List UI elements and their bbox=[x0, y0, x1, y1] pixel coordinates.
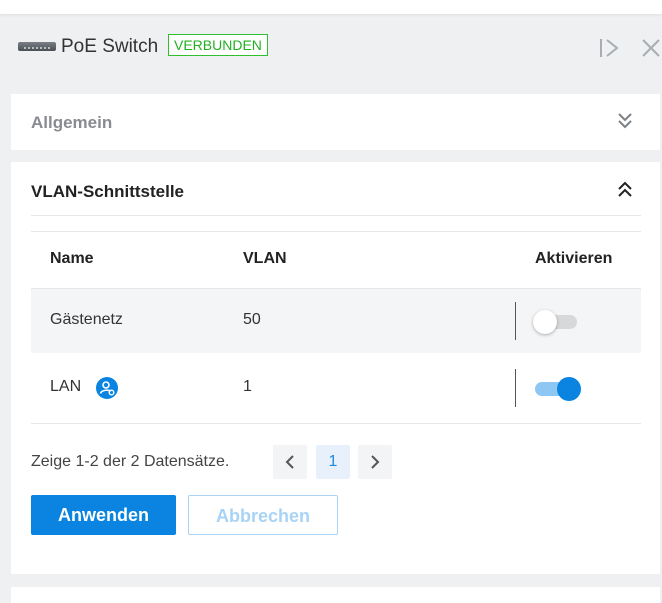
prev-page-button[interactable] bbox=[273, 445, 307, 479]
user-network-icon[interactable] bbox=[96, 377, 118, 399]
status-badge: VERBUNDEN bbox=[168, 34, 268, 56]
next-section-card bbox=[11, 587, 660, 603]
chevron-double-down-icon[interactable] bbox=[617, 112, 633, 130]
column-header-enable: Aktivieren bbox=[535, 250, 613, 267]
collapse-panel-icon[interactable] bbox=[597, 36, 621, 60]
column-header-name: Name bbox=[50, 250, 94, 267]
top-strip bbox=[0, 0, 662, 14]
column-header-vlan: VLAN bbox=[243, 250, 287, 267]
row-name: Gästenetz bbox=[50, 311, 123, 328]
table-row[interactable]: LAN 1 bbox=[31, 356, 641, 420]
row-vlan: 1 bbox=[243, 378, 252, 395]
chevron-left-icon bbox=[285, 455, 294, 469]
general-section[interactable]: Allgemein bbox=[11, 94, 660, 150]
page-button-current[interactable]: 1 bbox=[316, 445, 350, 479]
vlan-section-title: VLAN-Schnittstelle bbox=[31, 182, 185, 201]
table-row[interactable]: Gästenetz 50 bbox=[31, 289, 641, 353]
toggle-knob bbox=[557, 377, 581, 401]
pagination-summary: Zeige 1-2 der 2 Datensätze. bbox=[31, 453, 230, 470]
panel-header: PoE Switch VERBUNDEN bbox=[0, 14, 662, 82]
device-title: PoE Switch bbox=[61, 36, 159, 57]
column-divider bbox=[515, 302, 516, 340]
column-divider bbox=[515, 369, 516, 407]
enable-toggle[interactable] bbox=[533, 310, 577, 334]
toggle-knob bbox=[533, 310, 557, 334]
chevron-double-up-icon[interactable] bbox=[617, 181, 633, 199]
switch-device-icon bbox=[18, 42, 56, 51]
apply-button[interactable]: Anwenden bbox=[31, 495, 176, 535]
close-icon[interactable] bbox=[639, 36, 662, 60]
row-vlan: 50 bbox=[243, 311, 261, 328]
table-top-border bbox=[31, 231, 641, 232]
section-divider bbox=[31, 215, 641, 216]
general-section-title: Allgemein bbox=[31, 113, 113, 132]
row-name: LAN bbox=[50, 378, 82, 395]
next-page-button[interactable] bbox=[358, 445, 392, 479]
table-bottom-border bbox=[31, 423, 641, 424]
cancel-button[interactable]: Abbrechen bbox=[188, 495, 338, 535]
chevron-right-icon bbox=[371, 455, 380, 469]
enable-toggle[interactable] bbox=[535, 377, 581, 401]
